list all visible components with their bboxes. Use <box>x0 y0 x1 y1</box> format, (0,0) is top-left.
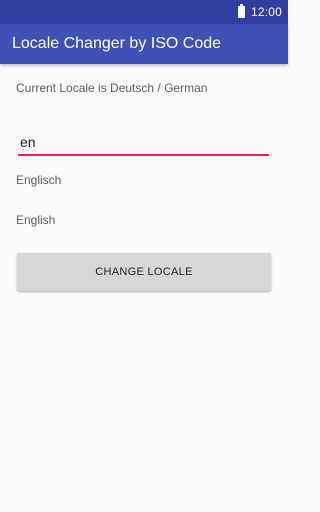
language-english-name: English <box>16 213 56 227</box>
status-bar: 12:00 <box>0 0 288 24</box>
change-locale-button[interactable]: CHANGE LOCALE <box>17 253 271 291</box>
language-native-name: Englisch <box>16 173 62 187</box>
status-clock: 12:00 <box>250 5 282 19</box>
status-icons: 12:00 <box>237 0 282 24</box>
app-title: Locale Changer by ISO Code <box>12 35 222 52</box>
locale-code-field <box>18 126 269 156</box>
battery-icon <box>237 4 245 18</box>
current-locale-label: Current Locale is Deutsch / German <box>16 81 208 95</box>
app-bar: Locale Changer by ISO Code <box>0 24 288 64</box>
locale-code-input[interactable] <box>18 126 269 154</box>
